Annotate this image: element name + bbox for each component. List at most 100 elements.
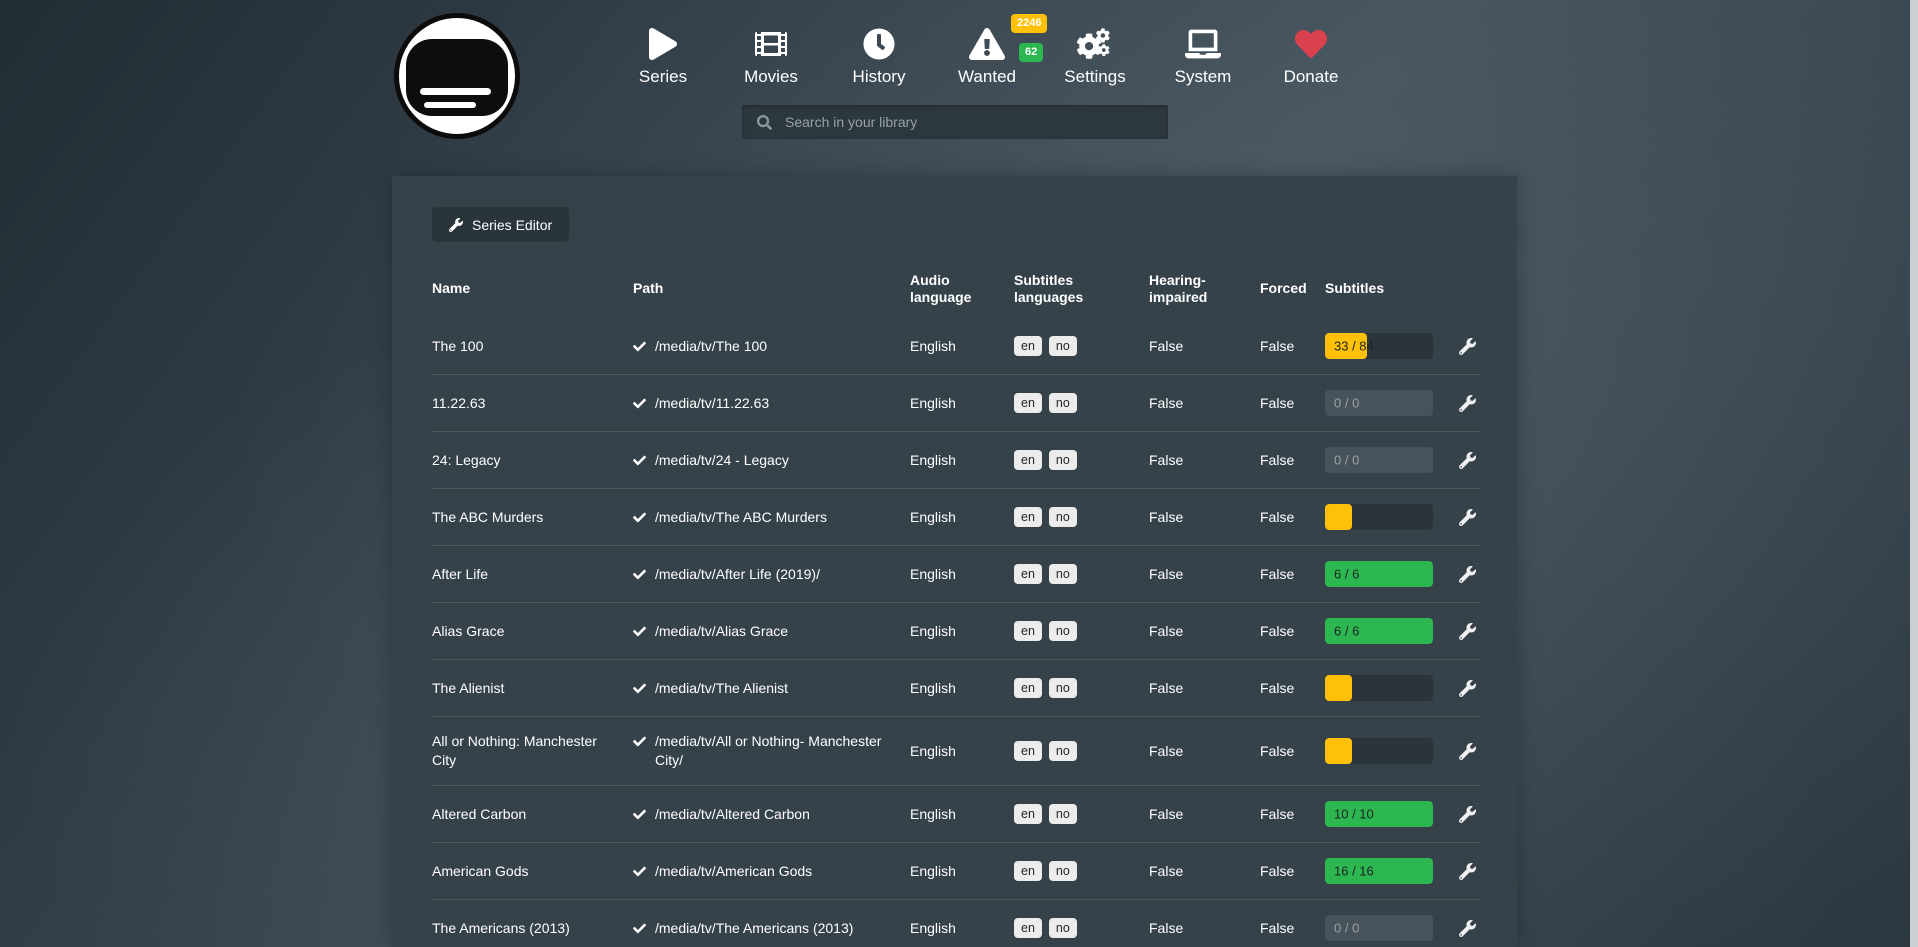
language-badge-en: en <box>1014 678 1042 699</box>
edit-series-button[interactable] <box>1454 863 1480 880</box>
series-name: The Americans (2013) <box>432 919 633 938</box>
language-badge-no: no <box>1049 621 1077 642</box>
nav-item-label: Donate <box>1257 67 1365 87</box>
edit-series-button[interactable] <box>1454 743 1480 760</box>
hearing-impaired-value: False <box>1149 862 1260 881</box>
wanted-count-badge: 62 <box>1019 43 1043 62</box>
header-name: Name <box>432 280 633 297</box>
subtitles-languages: enno <box>1014 678 1149 699</box>
series-name: After Life <box>432 565 633 584</box>
nav-item-label: Series <box>609 67 717 87</box>
series-table: Name Path Audio language Subtitles langu… <box>432 264 1480 947</box>
edit-series-button[interactable] <box>1454 509 1480 526</box>
wrench-icon <box>1459 338 1476 355</box>
edit-series-button[interactable] <box>1454 806 1480 823</box>
audio-language: English <box>910 394 1014 413</box>
logo-tv-screen <box>406 39 508 116</box>
series-path: /media/tv/24 - Legacy <box>633 451 910 470</box>
wrench-icon <box>1459 395 1476 412</box>
language-badge-en: en <box>1014 507 1042 528</box>
nav-item-series[interactable]: Series <box>609 20 717 87</box>
edit-series-button[interactable] <box>1454 623 1480 640</box>
series-path-text: /media/tv/Alias Grace <box>655 622 788 641</box>
language-badge-en: en <box>1014 741 1042 762</box>
audio-language: English <box>910 919 1014 938</box>
subtitles-progress: 0 / 0 <box>1325 390 1433 416</box>
nav-item-label: History <box>825 67 933 87</box>
language-badge-en: en <box>1014 861 1042 882</box>
header-forced: Forced <box>1260 280 1325 297</box>
forced-value: False <box>1260 451 1325 470</box>
hearing-impaired-value: False <box>1149 919 1260 938</box>
table-row: The Americans (2013) /media/tv/The Ameri… <box>432 899 1480 947</box>
series-path: /media/tv/Alias Grace <box>633 622 910 641</box>
subtitles-progress <box>1325 504 1433 530</box>
edit-series-button[interactable] <box>1454 920 1480 937</box>
table-header-row: Name Path Audio language Subtitles langu… <box>432 264 1480 318</box>
language-badge-no: no <box>1049 804 1077 825</box>
bazarr-logo[interactable] <box>394 13 520 139</box>
clock-icon <box>863 28 895 60</box>
nav-item-label: Settings <box>1041 67 1149 87</box>
hearing-impaired-value: False <box>1149 565 1260 584</box>
wanted-count-badge: 2246 <box>1011 14 1047 33</box>
edit-series-button[interactable] <box>1454 338 1480 355</box>
search-input[interactable] <box>783 113 1168 131</box>
play-icon <box>649 28 677 60</box>
library-search <box>742 105 1168 139</box>
table-row: The Alienist /media/tv/The Alienist Engl… <box>432 659 1480 716</box>
wrench-icon <box>1459 509 1476 526</box>
nav-item-settings[interactable]: Settings <box>1041 20 1149 87</box>
table-row: All or Nothing: Manchester City /media/t… <box>432 716 1480 785</box>
progress-label: 16 / 16 <box>1334 862 1374 881</box>
series-path-text: /media/tv/Altered Carbon <box>655 805 810 824</box>
subtitles-languages: enno <box>1014 861 1149 882</box>
nav-item-wanted[interactable]: Wanted 224662 <box>933 20 1041 87</box>
series-name: American Gods <box>432 862 633 881</box>
language-badge-en: en <box>1014 804 1042 825</box>
series-editor-button[interactable]: Series Editor <box>432 207 569 242</box>
series-path-text: /media/tv/11.22.63 <box>655 394 769 413</box>
progress-label: 0 / 0 <box>1334 394 1359 413</box>
language-badge-no: no <box>1049 918 1077 939</box>
progress-fill <box>1325 738 1352 764</box>
header-hearing: Hearing-impaired <box>1149 272 1260 306</box>
audio-language: English <box>910 451 1014 470</box>
series-path-text: /media/tv/24 - Legacy <box>655 451 789 470</box>
series-path: /media/tv/All or Nothing- Manchester Cit… <box>633 732 910 770</box>
language-badge-no: no <box>1049 450 1077 471</box>
audio-language: English <box>910 622 1014 641</box>
logo-subtitle-line <box>420 88 491 95</box>
nav-item-movies[interactable]: Movies <box>717 20 825 87</box>
series-name: The 100 <box>432 337 633 356</box>
logo-subtitle-line <box>424 102 476 108</box>
audio-language: English <box>910 805 1014 824</box>
series-path: /media/tv/After Life (2019)/ <box>633 565 910 584</box>
language-badge-en: en <box>1014 918 1042 939</box>
edit-series-button[interactable] <box>1454 452 1480 469</box>
edit-series-button[interactable] <box>1454 395 1480 412</box>
edit-series-button[interactable] <box>1454 566 1480 583</box>
progress-label: 0 / 0 <box>1334 919 1359 938</box>
series-path: /media/tv/American Gods <box>633 862 910 881</box>
series-path: /media/tv/The 100 <box>633 337 910 356</box>
series-path: /media/tv/11.22.63 <box>633 394 910 413</box>
language-badge-no: no <box>1049 861 1077 882</box>
hearing-impaired-value: False <box>1149 508 1260 527</box>
nav-item-donate[interactable]: Donate <box>1257 20 1365 87</box>
edit-series-button[interactable] <box>1454 680 1480 697</box>
nav-item-system[interactable]: System <box>1149 20 1257 87</box>
nav-item-history[interactable]: History <box>825 20 933 87</box>
header-subtitles: Subtitles <box>1325 280 1454 297</box>
language-badge-no: no <box>1049 678 1077 699</box>
check-icon <box>633 568 646 581</box>
vertical-scrollbar[interactable] <box>1910 0 1918 947</box>
series-path-text: /media/tv/The 100 <box>655 337 767 356</box>
series-name: The ABC Murders <box>432 508 633 527</box>
table-row: The ABC Murders /media/tv/The ABC Murder… <box>432 488 1480 545</box>
subtitles-languages: enno <box>1014 804 1149 825</box>
bazarr-series-editor-page: { "nav": { "search_placeholder": "Search… <box>0 0 1918 947</box>
hearing-impaired-value: False <box>1149 622 1260 641</box>
laptop-icon <box>1185 28 1221 60</box>
wrench-icon <box>1459 863 1476 880</box>
